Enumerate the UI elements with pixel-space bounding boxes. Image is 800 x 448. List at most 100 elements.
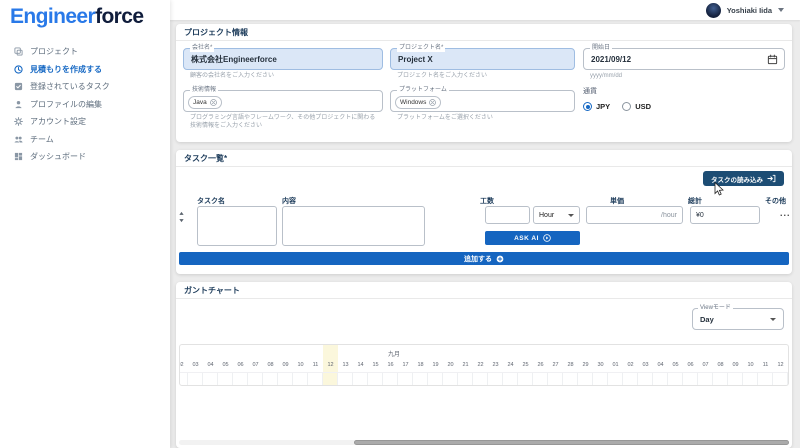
project-name-field[interactable]: プロジェクト名* (390, 48, 575, 70)
effort-unit-select[interactable]: Hour (533, 206, 580, 224)
gantt-title: ガントチャート (176, 282, 792, 299)
chip-delete-icon[interactable] (429, 99, 436, 106)
radio-dot-icon (622, 102, 631, 111)
calendar-icon[interactable] (767, 54, 778, 65)
company-name-input[interactable] (184, 50, 382, 70)
description-textarea[interactable] (282, 206, 425, 246)
sidebar-item-projects[interactable]: プロジェクト (0, 43, 170, 61)
project-name-helper: プロジェクト名をご入力ください (397, 73, 568, 81)
project-name-label: プロジェクト名* (397, 45, 445, 52)
gantt-grid-ticks (179, 372, 788, 386)
user-name[interactable]: Yoshiaki Iida (727, 6, 772, 15)
sidebar-item-create-estimate[interactable]: 見積もりを作成する (0, 61, 170, 79)
col-unit-price: 単価 (610, 196, 624, 206)
user-menu-caret-icon[interactable] (778, 8, 784, 12)
task-name-textarea[interactable] (197, 206, 277, 246)
estimate-icon (14, 65, 23, 74)
app-logo[interactable]: Engineerforce (10, 5, 143, 29)
gantt-calendar: 九月 0203040506070809101112131415161718192… (179, 344, 789, 386)
sidebar-item-label: プロファイルの編集 (30, 99, 102, 110)
currency-radio-jpy[interactable]: JPY (583, 102, 610, 111)
ask-ai-button[interactable]: ASK AI (485, 231, 580, 245)
sidebar-item-label: チーム (30, 134, 54, 145)
sidebar-item-dashboard[interactable]: ダッシュボード (0, 148, 170, 166)
col-other: その他 (765, 196, 786, 206)
sidebar-item-label: 登録されているタスク (30, 81, 110, 92)
tasks-check-icon (14, 82, 23, 91)
logo-text-force: force (95, 5, 143, 28)
currency-radio-usd[interactable]: USD (622, 102, 651, 111)
total-input[interactable] (690, 206, 760, 224)
load-tasks-icon (767, 174, 776, 183)
platform-chip[interactable]: Windows (395, 96, 441, 109)
ask-ai-label: ASK AI (514, 235, 539, 242)
gantt-card: ガントチャート Viewモード Day 九月 02030405060708091… (176, 282, 792, 448)
view-mode-select[interactable]: Viewモード Day (692, 308, 784, 330)
company-name-helper: 顧客の会社名をご入力ください (190, 73, 376, 81)
task-list-card: タスク一覧* タスクの読み込み タスク名 内容 工数 単価 総計 その他 Hou… (176, 150, 792, 274)
effort-unit-value: Hour (539, 212, 554, 219)
tech-chip[interactable]: Java (188, 96, 222, 109)
main-content: プロジェクト情報 会社名* 顧客の会社名をご入力ください プロジェクト名* プロ… (170, 20, 800, 448)
platform-field[interactable]: プラットフォーム Windows (390, 90, 575, 112)
view-mode-label: Viewモード (698, 305, 733, 312)
view-mode-value: Day (700, 315, 714, 324)
sidebar-item-team[interactable]: チーム (0, 131, 170, 149)
task-list-title: タスク一覧* (176, 150, 792, 167)
col-task-name: タスク名 (197, 196, 225, 206)
load-tasks-button[interactable]: タスクの読み込み (703, 171, 784, 186)
project-icon (14, 47, 23, 56)
project-info-card: プロジェクト情報 会社名* 顧客の会社名をご入力ください プロジェクト名* プロ… (176, 24, 792, 142)
currency-radio-group: JPY USD (583, 102, 785, 111)
gear-icon (14, 117, 23, 126)
company-name-field[interactable]: 会社名* (183, 48, 383, 70)
currency-option-label: USD (635, 102, 651, 111)
tech-info-helper: プログラミング言語やフレームワーク、その他プロジェクトに関わる技術情報をご入力く… (190, 115, 376, 130)
start-date-field[interactable]: 開始日 (583, 48, 785, 70)
gantt-hscrollbar-thumb[interactable] (354, 440, 789, 445)
platform-chip-label: Windows (400, 99, 426, 106)
sidebar: Engineerforce プロジェクト 見積もりを作成する 登録されているタス… (0, 0, 170, 448)
row-drag-handle[interactable] (178, 210, 185, 228)
unit-price-input[interactable] (586, 206, 683, 224)
sidebar-nav: プロジェクト 見積もりを作成する 登録されているタスク プロファイルの編集 アカ… (0, 43, 170, 166)
add-task-label: 追加する (464, 254, 492, 264)
sidebar-item-account-settings[interactable]: アカウント設定 (0, 113, 170, 131)
tech-info-label: 技術情報 (190, 87, 218, 94)
sidebar-item-edit-profile[interactable]: プロファイルの編集 (0, 96, 170, 114)
add-task-button[interactable]: 追加する (179, 252, 789, 265)
app-window: Engineerforce プロジェクト 見積もりを作成する 登録されているタス… (0, 0, 800, 448)
team-icon (14, 135, 23, 144)
logo-text-engineer: Engineer (10, 5, 95, 28)
sidebar-item-label: ダッシュボード (30, 151, 86, 162)
sidebar-item-label: プロジェクト (30, 46, 78, 57)
avatar[interactable] (706, 3, 721, 18)
select-caret-icon (770, 318, 776, 321)
tech-info-field[interactable]: 技術情報 Java (183, 90, 383, 112)
col-effort: 工数 (480, 196, 494, 206)
profile-icon (14, 100, 23, 109)
start-date-input[interactable] (584, 50, 754, 70)
project-info-title: プロジェクト情報 (176, 24, 792, 41)
col-total: 総計 (688, 196, 702, 206)
row-more-button[interactable]: ... (780, 208, 791, 218)
radio-dot-icon (583, 102, 592, 111)
start-date-helper: yyyy/mm/dd (590, 73, 778, 81)
chip-delete-icon[interactable] (210, 99, 217, 106)
start-date-label: 開始日 (590, 45, 612, 52)
dashboard-icon (14, 152, 23, 161)
plus-circle-icon (496, 255, 504, 263)
drag-arrows-icon (178, 211, 185, 223)
sidebar-item-registered-tasks[interactable]: 登録されているタスク (0, 78, 170, 96)
currency-option-label: JPY (596, 102, 610, 111)
gantt-hscrollbar-track[interactable] (179, 440, 789, 445)
project-name-input[interactable] (391, 50, 574, 70)
company-name-label: 会社名* (190, 45, 214, 52)
effort-input[interactable] (485, 206, 530, 224)
sidebar-item-label: 見積もりを作成する (30, 64, 102, 75)
select-caret-icon (568, 214, 574, 217)
platform-helper: プラットフォームをご選択ください (397, 115, 568, 123)
tech-chip-label: Java (193, 99, 207, 106)
col-description: 内容 (282, 196, 296, 206)
play-circle-icon (543, 234, 551, 242)
